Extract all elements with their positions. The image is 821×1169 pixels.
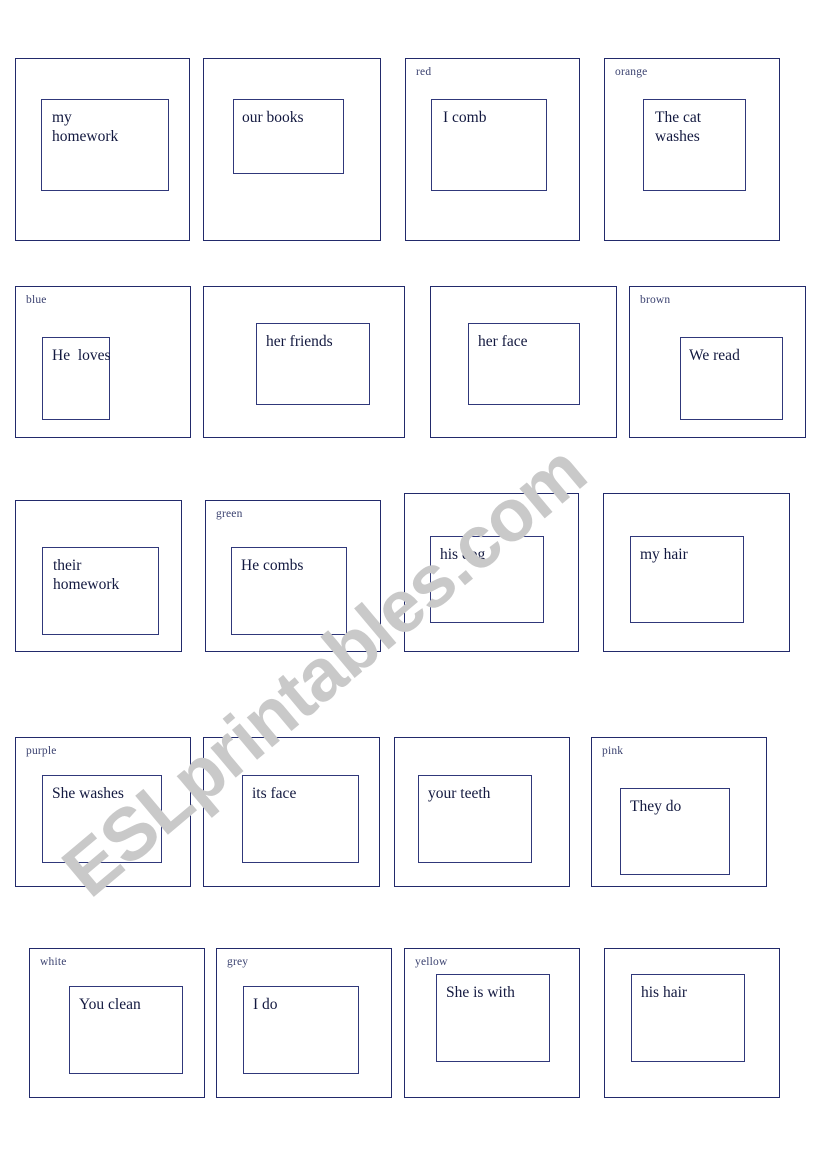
answer-text-r1c1: my homework	[52, 109, 119, 145]
card-r2c3[interactable]: her face	[430, 286, 617, 438]
answer-box-r5c1[interactable]: You clean	[69, 986, 183, 1074]
answer-text-r2c1: He loves	[52, 347, 111, 364]
card-r4c2[interactable]: its face	[203, 737, 380, 887]
answer-text-r3c3: his dog	[440, 546, 486, 563]
answer-text-r4c3: your teeth	[428, 785, 491, 802]
card-label-r4c4: pink	[602, 745, 624, 757]
card-r3c1[interactable]: their homework	[15, 500, 182, 652]
answer-box-r3c2[interactable]: He combs	[231, 547, 347, 635]
answer-text-r2c4: We read	[689, 347, 740, 364]
card-r5c3[interactable]: yellow She is with	[404, 948, 580, 1098]
answer-text-r5c4: his hair	[641, 984, 688, 1001]
card-r4c3[interactable]: your teeth	[394, 737, 570, 887]
answer-text-r3c1: their homework	[53, 557, 120, 593]
answer-text-r5c2: I do	[253, 996, 278, 1013]
answer-box-r2c4[interactable]: We read	[680, 337, 783, 420]
answer-box-r5c2[interactable]: I do	[243, 986, 359, 1074]
card-r2c1[interactable]: blue He loves	[15, 286, 191, 438]
answer-text-r4c4: They do	[630, 798, 682, 815]
answer-text-r3c2: He combs	[241, 557, 304, 574]
card-r2c2[interactable]: her friends	[203, 286, 405, 438]
answer-box-r4c2[interactable]: its face	[242, 775, 359, 863]
answer-box-r3c1[interactable]: their homework	[42, 547, 159, 635]
answer-text-r5c1: You clean	[79, 996, 141, 1013]
card-label-r3c2: green	[216, 508, 243, 520]
card-r1c1[interactable]: my homework	[15, 58, 190, 241]
card-r5c2[interactable]: grey I do	[216, 948, 392, 1098]
card-label-r1c4: orange	[615, 66, 648, 78]
answer-box-r4c3[interactable]: your teeth	[418, 775, 532, 863]
answer-text-r5c3: She is with	[446, 984, 515, 1001]
card-label-r2c1: blue	[26, 294, 47, 306]
answer-text-r2c3: her face	[478, 333, 528, 350]
answer-box-r3c4[interactable]: my hair	[630, 536, 744, 623]
card-r2c4[interactable]: brown We read	[629, 286, 806, 438]
card-label-r5c3: yellow	[415, 956, 448, 968]
card-r3c3[interactable]: his dog	[404, 493, 579, 652]
answer-box-r2c1[interactable]: He loves	[42, 337, 111, 420]
answer-text-r1c3: I comb	[443, 109, 487, 126]
card-label-r5c2: grey	[227, 956, 249, 968]
answer-box-r5c4[interactable]: his hair	[631, 974, 745, 1062]
card-r1c3[interactable]: red I comb	[405, 58, 580, 241]
answer-text-r4c2: its face	[252, 785, 297, 802]
answer-box-r2c2[interactable]: her friends	[256, 323, 370, 405]
card-r4c1[interactable]: purple She washes	[15, 737, 191, 887]
card-r5c4[interactable]: his hair	[604, 948, 780, 1098]
card-r1c2[interactable]: our books	[203, 58, 381, 241]
card-r3c4[interactable]: my hair	[603, 493, 790, 652]
answer-text-r2c2: her friends	[266, 333, 333, 350]
card-label-r1c3: red	[416, 66, 432, 78]
worksheet-page: ESLprintables.com my homework our books …	[0, 0, 821, 1169]
answer-box-r1c2[interactable]: our books	[233, 99, 344, 174]
card-label-r2c4: brown	[640, 294, 671, 306]
answer-box-r3c3[interactable]: his dog	[430, 536, 544, 623]
card-r1c4[interactable]: orange The cat washes	[604, 58, 780, 241]
answer-box-r1c3[interactable]: I comb	[431, 99, 547, 191]
answer-text-r4c1: She washes	[52, 785, 124, 802]
card-label-r5c1: white	[40, 956, 67, 968]
card-r4c4[interactable]: pink They do	[591, 737, 767, 887]
answer-text-r1c4: The cat washes	[655, 109, 702, 145]
answer-box-r1c4[interactable]: The cat washes	[643, 99, 746, 191]
answer-box-r5c3[interactable]: She is with	[436, 974, 550, 1062]
card-r5c1[interactable]: white You clean	[29, 948, 205, 1098]
answer-text-r3c4: my hair	[640, 546, 688, 563]
card-label-r4c1: purple	[26, 745, 57, 757]
answer-box-r1c1[interactable]: my homework	[41, 99, 169, 191]
answer-box-r2c3[interactable]: her face	[468, 323, 580, 405]
card-r3c2[interactable]: green He combs	[205, 500, 381, 652]
answer-box-r4c1[interactable]: She washes	[42, 775, 162, 863]
answer-box-r4c4[interactable]: They do	[620, 788, 730, 875]
answer-text-r1c2: our books	[242, 109, 304, 126]
